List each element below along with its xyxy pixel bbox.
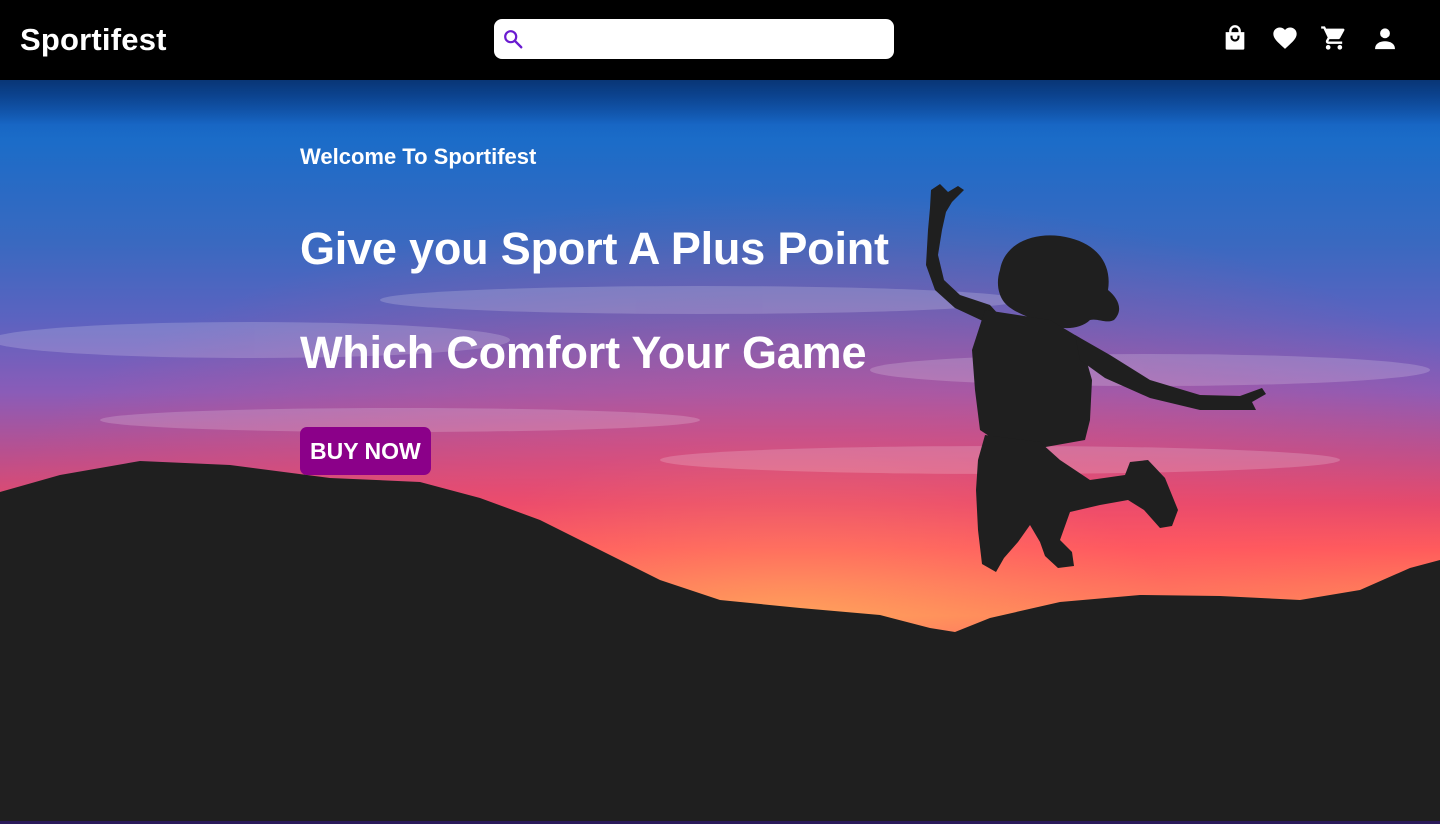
hero-headline-line-1: Give you Sport A Plus Point bbox=[300, 223, 889, 274]
hero-banner: Welcome To Sportifest Give you Sport A P… bbox=[0, 80, 1440, 824]
search-icon[interactable] bbox=[502, 28, 524, 50]
cart-icon[interactable] bbox=[1320, 24, 1348, 52]
shopping-bag-icon[interactable] bbox=[1221, 24, 1249, 52]
hero-headline-line-2: Which Comfort Your Game bbox=[300, 327, 867, 378]
search-input[interactable] bbox=[534, 25, 886, 55]
user-icon[interactable] bbox=[1371, 24, 1399, 52]
top-navbar: Sportifest bbox=[0, 0, 1440, 80]
brand-logo[interactable]: Sportifest bbox=[20, 20, 167, 60]
buy-now-button[interactable]: BUY NOW bbox=[300, 427, 431, 475]
welcome-text: Welcome To Sportifest bbox=[300, 144, 537, 169]
heart-icon[interactable] bbox=[1271, 24, 1299, 52]
hero-background-image bbox=[0, 80, 1440, 824]
search-bar[interactable] bbox=[494, 19, 894, 59]
